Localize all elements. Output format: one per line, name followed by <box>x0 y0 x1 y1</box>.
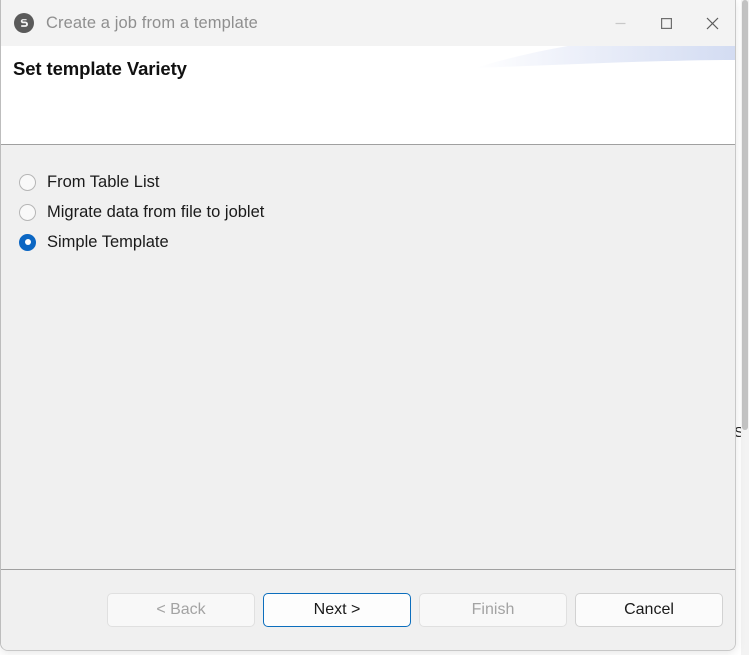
cancel-button[interactable]: Cancel <box>575 593 723 627</box>
create-job-from-template-dialog: Create a job from a template Set templat… <box>0 0 736 651</box>
minimize-button[interactable] <box>597 0 643 46</box>
maximize-button[interactable] <box>643 0 689 46</box>
next-button[interactable]: Next > <box>263 593 411 627</box>
radio-label: Migrate data from file to joblet <box>47 202 265 221</box>
window-controls <box>597 0 735 46</box>
radio-simple-template[interactable]: Simple Template <box>19 227 169 257</box>
radio-migrate-data-from-file-to-joblet[interactable]: Migrate data from file to joblet <box>19 197 264 227</box>
page-title: Set template Variety <box>13 58 187 79</box>
wizard-header-banner: Set template Variety <box>1 46 735 145</box>
radio-from-table-list[interactable]: From Table List <box>19 167 160 197</box>
radio-dot-icon <box>25 209 31 215</box>
background-scrollbar-track[interactable] <box>741 0 749 655</box>
radio-circle-icon <box>19 203 36 221</box>
radio-label: Simple Template <box>47 232 169 251</box>
radio-label: From Table List <box>47 172 160 191</box>
title-bar[interactable]: Create a job from a template <box>1 0 735 46</box>
radio-circle-icon <box>19 173 36 191</box>
radio-circle-icon <box>19 233 36 251</box>
window-title: Create a job from a template <box>46 13 258 32</box>
background-scrollbar-thumb[interactable] <box>742 0 748 430</box>
finish-button[interactable]: Finish <box>419 593 567 627</box>
talend-logo-icon <box>14 13 34 33</box>
radio-dot-icon <box>24 239 31 245</box>
close-button[interactable] <box>689 0 735 46</box>
radio-dot-icon <box>25 179 31 185</box>
wizard-body: From Table List Migrate data from file t… <box>1 145 735 570</box>
back-button[interactable]: < Back <box>107 593 255 627</box>
header-decoration-swoosh <box>475 46 735 68</box>
dialog-footer: < Back Next > Finish Cancel <box>1 570 735 650</box>
